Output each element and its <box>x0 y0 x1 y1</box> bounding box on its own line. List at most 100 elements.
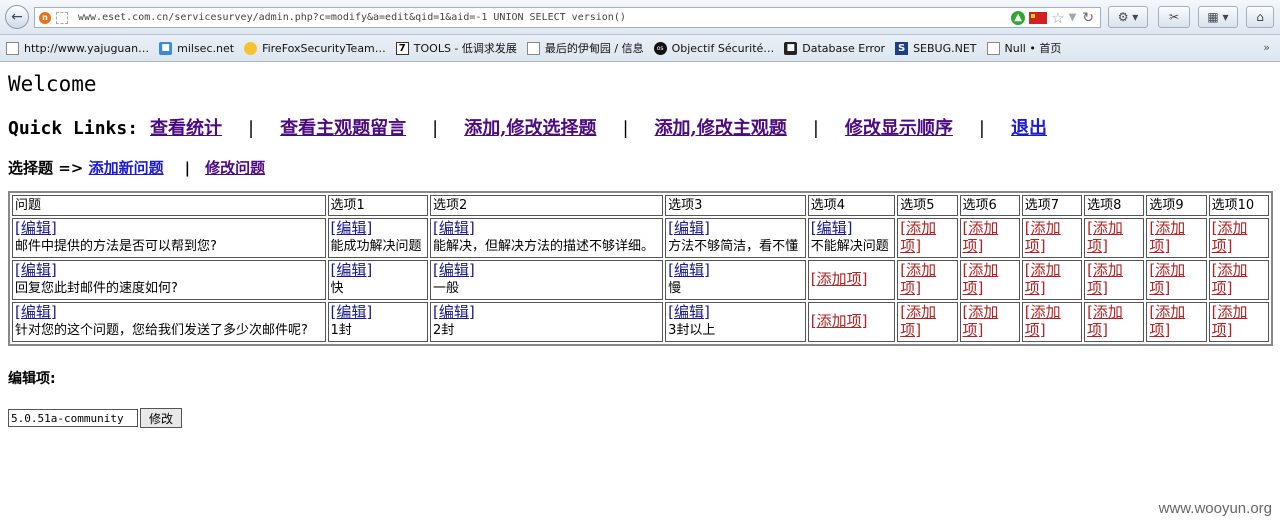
edit-option-link[interactable]: [编辑] <box>668 219 710 237</box>
add-option-link[interactable]: [添加项] <box>1149 219 1185 255</box>
edit-question-link[interactable]: [编辑] <box>15 303 57 321</box>
add-option-link[interactable]: [添加项] <box>1212 303 1248 339</box>
add-option-link[interactable]: [添加项] <box>963 303 999 339</box>
add-option-link[interactable]: [添加项] <box>1149 261 1185 297</box>
edit-question-link[interactable]: [编辑] <box>15 219 57 237</box>
edit-option-link[interactable]: [编辑] <box>433 303 475 321</box>
modify-button[interactable]: 修改 <box>140 408 183 428</box>
column-header: 选项7 <box>1021 195 1083 216</box>
edit-option-link[interactable]: [编辑] <box>331 219 373 237</box>
add-option-link[interactable]: [添加项] <box>1025 219 1061 255</box>
quick-link-separator: | <box>812 118 819 139</box>
add-option-link[interactable]: [添加项] <box>1087 219 1123 255</box>
bookmark-item[interactable]: 7 TOOLS - 低调求发展 <box>395 40 517 56</box>
edit-value-input[interactable] <box>8 409 138 427</box>
reload-icon[interactable]: ↻ <box>1082 10 1094 26</box>
bookmark-label: Objectif Sécurité… <box>671 41 775 55</box>
quick-link[interactable]: 添加,修改选择题 <box>464 114 596 140</box>
quick-link-separator: | <box>978 118 985 139</box>
apps-button[interactable]: ▦ ▾ <box>1198 6 1238 28</box>
home-button[interactable]: ⌂ <box>1246 6 1274 28</box>
empty-option-cell: [添加项] <box>1208 218 1269 258</box>
edit-option-link[interactable]: [编辑] <box>331 261 373 279</box>
back-arrow-icon: ← <box>11 9 23 25</box>
add-option-link[interactable]: [添加项] <box>1087 303 1123 339</box>
edit-option-link[interactable]: [编辑] <box>331 303 373 321</box>
option-text: 方法不够简洁，看不懂 <box>668 239 799 254</box>
add-option-link[interactable]: [添加项] <box>900 261 936 297</box>
address-bar[interactable]: n www.eset.com.cn/servicesurvey/admin.ph… <box>34 7 1101 28</box>
go-icon[interactable]: ▲ <box>1011 10 1026 25</box>
modify-question-link[interactable]: 修改问题 <box>205 157 265 178</box>
add-option-link[interactable]: [添加项] <box>1087 261 1123 297</box>
empty-option-cell: [添加项] <box>807 302 896 342</box>
option-text: 快 <box>330 281 344 296</box>
bookmark-item[interactable]: ■ Database Error <box>784 41 886 55</box>
bookmark-label: Database Error <box>802 41 886 55</box>
welcome-heading: Welcome <box>8 72 97 96</box>
empty-option-cell: [添加项] <box>1084 260 1145 300</box>
bookmark-item[interactable]: Null • 首页 <box>986 40 1061 56</box>
bookmark-star-icon[interactable]: ☆ <box>1051 9 1064 27</box>
add-option-link[interactable]: [添加项] <box>1025 261 1061 297</box>
quick-link[interactable]: 退出 <box>1011 114 1047 140</box>
option-cell: [编辑] 能解决，但解决方法的描述不够详细。 <box>430 218 664 258</box>
page-icon <box>526 41 540 55</box>
edit-item-label: 编辑项: <box>8 371 56 387</box>
empty-option-cell: [添加项] <box>1146 218 1207 258</box>
empty-option-cell: [添加项] <box>897 260 958 300</box>
column-header: 选项3 <box>665 195 806 216</box>
option-text: 1封 <box>330 323 352 338</box>
option-text: 不能解决问题 <box>810 239 889 254</box>
url-text[interactable]: www.eset.com.cn/servicesurvey/admin.php?… <box>78 12 1011 23</box>
edit-option-link[interactable]: [编辑] <box>668 303 710 321</box>
add-option-link[interactable]: [添加项] <box>811 270 868 288</box>
option-cell: [编辑] 慢 <box>665 260 806 300</box>
column-header: 选项10 <box>1208 195 1269 216</box>
edit-option-link[interactable]: [编辑] <box>433 219 475 237</box>
back-button[interactable]: ← <box>5 5 29 29</box>
option-text: 一般 <box>433 281 460 296</box>
add-option-link[interactable]: [添加项] <box>900 219 936 255</box>
add-option-link[interactable]: [添加项] <box>811 312 868 330</box>
add-option-link[interactable]: [添加项] <box>963 261 999 297</box>
addon-button[interactable]: ⚙ ▾ <box>1108 6 1148 28</box>
empty-option-cell: [添加项] <box>1084 302 1145 342</box>
add-option-link[interactable]: [添加项] <box>1025 303 1061 339</box>
sub-nav-separator: | <box>184 159 191 177</box>
bookmark-item[interactable]: os Objectif Sécurité… <box>653 41 775 55</box>
bookmark-item[interactable]: FireFoxSecurityTeam… <box>244 41 386 55</box>
add-option-link[interactable]: [添加项] <box>1212 219 1248 255</box>
quick-link[interactable]: 查看统计 <box>150 114 222 140</box>
edit-question-link[interactable]: [编辑] <box>15 261 57 279</box>
bookmark-item[interactable]: http://www.yajuguan… <box>6 41 149 55</box>
empty-option-cell: [添加项] <box>959 302 1020 342</box>
bookmarks-overflow-button[interactable]: » <box>1263 41 1270 54</box>
identity-icon <box>56 11 68 24</box>
add-option-link[interactable]: [添加项] <box>900 303 936 339</box>
table-row: [编辑] 邮件中提供的方法是否可以帮到您? [编辑] 能成功解决问题 [编辑] 能解决，但… <box>12 218 1269 258</box>
bookmark-item[interactable]: ■ milsec.net <box>159 41 234 55</box>
edit-form: 修改 <box>8 408 1274 428</box>
edit-option-link[interactable]: [编辑] <box>433 261 475 279</box>
question-cell: [编辑] 回复您此封邮件的速度如何? <box>12 260 326 300</box>
bookmark-item[interactable]: 最后的伊甸园 / 信息 <box>526 40 644 56</box>
empty-option-cell: [添加项] <box>959 218 1020 258</box>
add-question-link[interactable]: 添加新问题 <box>89 157 164 178</box>
home-icon: ⌂ <box>1256 10 1264 24</box>
bookmark-item[interactable]: S SEBUG.NET <box>895 41 977 55</box>
add-option-link[interactable]: [添加项] <box>1149 303 1185 339</box>
edit-option-link[interactable]: [编辑] <box>811 219 853 237</box>
quick-link[interactable]: 添加,修改主观题 <box>655 114 787 140</box>
tools-button[interactable]: ✂ <box>1158 6 1190 28</box>
dropdown-arrow-icon[interactable]: ▼ <box>1069 12 1077 23</box>
quick-link[interactable]: 查看主观题留言 <box>280 114 406 140</box>
quick-link[interactable]: 修改显示顺序 <box>845 114 953 140</box>
empty-option-cell: [添加项] <box>1208 260 1269 300</box>
add-option-link[interactable]: [添加项] <box>1212 261 1248 297</box>
edit-option-link[interactable]: [编辑] <box>668 261 710 279</box>
option-cell: [编辑] 1封 <box>327 302 428 342</box>
add-option-link[interactable]: [添加项] <box>963 219 999 255</box>
option-cell: [编辑] 快 <box>327 260 428 300</box>
browser-toolbar: ← n www.eset.com.cn/servicesurvey/admin.… <box>0 0 1280 35</box>
